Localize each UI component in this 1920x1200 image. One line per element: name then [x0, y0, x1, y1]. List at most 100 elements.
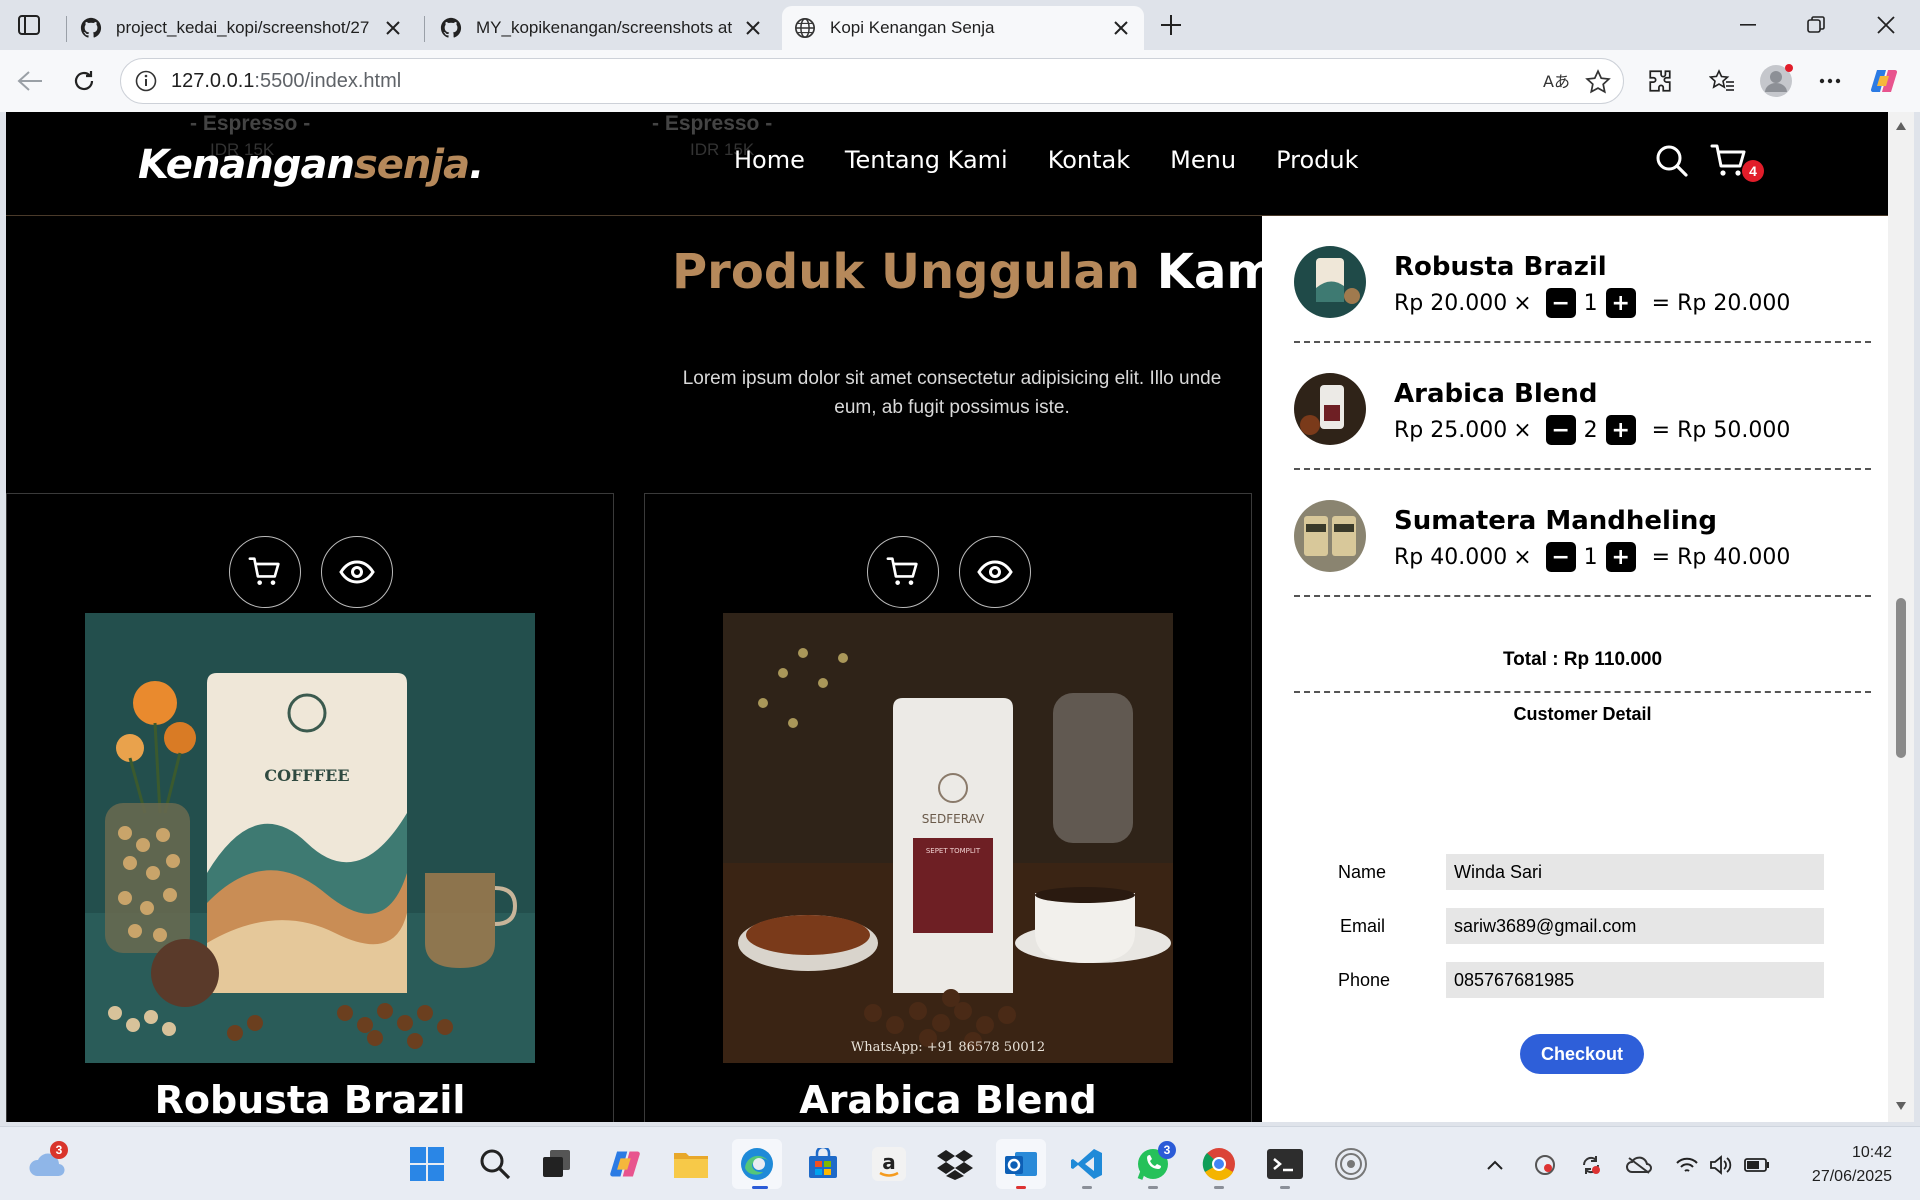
close-tab-icon[interactable]: [1110, 17, 1132, 39]
product-name: Robusta Brazil: [154, 1078, 466, 1122]
name-input[interactable]: [1446, 854, 1824, 890]
cart-item: Sumatera Mandheling Rp 40.000 × − 1 + = …: [1294, 470, 1871, 597]
extensions-icon[interactable]: [1642, 63, 1678, 99]
add-to-cart-button[interactable]: [867, 536, 939, 608]
nav-kontak[interactable]: Kontak: [1048, 146, 1130, 174]
system-clock[interactable]: 10:42 27/06/2025: [1792, 1141, 1892, 1189]
weather-widget-icon[interactable]: 3: [22, 1139, 72, 1189]
file-explorer-icon[interactable]: [666, 1139, 716, 1189]
tab-separator: [424, 16, 425, 42]
wifi-icon[interactable]: [1674, 1152, 1700, 1178]
cart-item-name: Robusta Brazil: [1394, 252, 1607, 282]
outlook-icon[interactable]: [996, 1139, 1046, 1189]
edge-browser-icon[interactable]: [732, 1139, 782, 1189]
nav-tentang-kami[interactable]: Tentang Kami: [845, 146, 1008, 174]
copilot-app-icon[interactable]: [600, 1139, 650, 1189]
decrease-qty-button[interactable]: −: [1545, 415, 1576, 445]
add-to-cart-button[interactable]: [229, 536, 301, 608]
back-arrow-icon[interactable]: [12, 63, 48, 99]
decrease-qty-button[interactable]: −: [1545, 542, 1576, 572]
phone-input[interactable]: [1446, 962, 1824, 998]
active-indicator: [752, 1186, 768, 1189]
shopping-cart-panel: Robusta Brazil Rp 20.000 × − 1 + = Rp 20…: [1262, 216, 1888, 1122]
favorites-icon[interactable]: [1704, 63, 1740, 99]
increase-qty-button[interactable]: +: [1605, 415, 1636, 445]
running-indicator: [1214, 1186, 1224, 1189]
favorite-star-icon[interactable]: [1585, 69, 1611, 100]
amazon-icon[interactable]: a: [864, 1139, 914, 1189]
chrome-icon[interactable]: [1194, 1139, 1244, 1189]
search-icon[interactable]: [1649, 138, 1695, 184]
more-options-icon[interactable]: [1812, 63, 1848, 99]
increase-qty-button[interactable]: +: [1605, 542, 1636, 572]
globe-icon: [795, 18, 815, 38]
scroll-down-arrow-icon[interactable]: [1895, 1100, 1907, 1112]
battery-icon[interactable]: [1744, 1152, 1770, 1178]
microsoft-store-icon[interactable]: [798, 1139, 848, 1189]
view-detail-button[interactable]: [959, 536, 1031, 608]
cart-item-image: [1294, 373, 1366, 445]
email-label: Email: [1340, 916, 1386, 936]
vscode-icon[interactable]: [1062, 1139, 1112, 1189]
terminal-icon[interactable]: [1260, 1139, 1310, 1189]
close-tab-icon[interactable]: [382, 17, 404, 39]
tab-title: project_kedai_kopi/screenshot/27: [116, 18, 370, 37]
sync-tray-icon[interactable]: [1578, 1152, 1604, 1178]
dropbox-icon[interactable]: [930, 1139, 980, 1189]
cart-item-qty: 1: [1583, 290, 1598, 316]
scrollbar-thumb[interactable]: [1896, 598, 1906, 758]
cart-item-subtotal: = Rp 50.000: [1651, 417, 1791, 443]
read-aloud-icon[interactable]: Aあ: [1543, 69, 1571, 98]
volume-icon[interactable]: [1708, 1152, 1734, 1178]
browser-tab-bar: project_kedai_kopi/screenshot/27 MY_kopi…: [0, 0, 1920, 50]
nav-menu[interactable]: Menu: [1170, 146, 1236, 174]
running-indicator: [1148, 1186, 1158, 1189]
search-icon[interactable]: [470, 1139, 520, 1189]
nav-produk[interactable]: Produk: [1276, 146, 1358, 174]
copilot-icon[interactable]: [1866, 63, 1902, 99]
view-detail-button[interactable]: [321, 536, 393, 608]
tray-chevron-up-icon[interactable]: [1482, 1152, 1508, 1178]
bag-label: SEDFERAV: [922, 812, 985, 826]
address-bar[interactable]: 127.0.0.1:5500/index.html Aあ: [120, 58, 1624, 104]
cart-count-badge: 4: [1742, 160, 1764, 182]
tab-title: Kopi Kenangan Senja: [830, 18, 995, 37]
task-view-icon[interactable]: [532, 1139, 582, 1189]
cart-item-qty: 2: [1583, 417, 1598, 443]
onedrive-tray-icon[interactable]: [1626, 1152, 1652, 1178]
browser-toolbar: 127.0.0.1:5500/index.html Aあ: [0, 50, 1920, 112]
network-app-icon[interactable]: [1326, 1139, 1376, 1189]
start-windows-icon[interactable]: [402, 1139, 452, 1189]
restore-icon[interactable]: [1796, 10, 1836, 40]
tab-project-kedai-kopi[interactable]: project_kedai_kopi/screenshot/27: [68, 6, 416, 50]
svg-text:Aあ: Aあ: [1543, 72, 1570, 91]
close-tab-icon[interactable]: [742, 17, 764, 39]
scroll-up-arrow-icon[interactable]: [1895, 120, 1907, 132]
cart-item-price: Rp 20.000: [1394, 290, 1508, 316]
email-input[interactable]: [1446, 908, 1824, 944]
times-sign: ×: [1513, 290, 1532, 316]
tab-kopi-kenangan-senja[interactable]: Kopi Kenangan Senja: [782, 6, 1144, 50]
nav-home[interactable]: Home: [734, 146, 805, 174]
tab-separator: [66, 16, 67, 42]
tab-my-kopikenangan[interactable]: MY_kopikenangan/screenshots at: [428, 6, 776, 50]
url-path: :5500/index.html: [254, 69, 402, 92]
logo-main: Kenangan: [138, 142, 355, 188]
reload-icon[interactable]: [66, 63, 102, 99]
decrease-qty-button[interactable]: −: [1545, 288, 1576, 318]
page-scrollbar[interactable]: [1888, 112, 1914, 1122]
bag-label: COFFFEE: [264, 766, 349, 785]
close-window-icon[interactable]: [1866, 10, 1906, 40]
checkout-button[interactable]: Checkout: [1520, 1034, 1644, 1074]
increase-qty-button[interactable]: +: [1605, 288, 1636, 318]
page-viewport: - Espresso - IDR 15K - Espresso - IDR 15…: [6, 112, 1888, 1122]
cart-total: Total : Rp 110.000: [1294, 629, 1871, 693]
profile-avatar[interactable]: [1758, 63, 1794, 99]
whatsapp-icon[interactable]: 3: [1128, 1139, 1178, 1189]
tab-actions-icon[interactable]: [14, 12, 44, 38]
site-info-icon[interactable]: [133, 68, 159, 94]
minimize-icon[interactable]: [1728, 10, 1768, 40]
new-tab-plus-icon[interactable]: [1156, 10, 1186, 40]
site-logo[interactable]: Kenangansenja.: [138, 142, 484, 188]
recording-tray-icon[interactable]: [1532, 1152, 1558, 1178]
